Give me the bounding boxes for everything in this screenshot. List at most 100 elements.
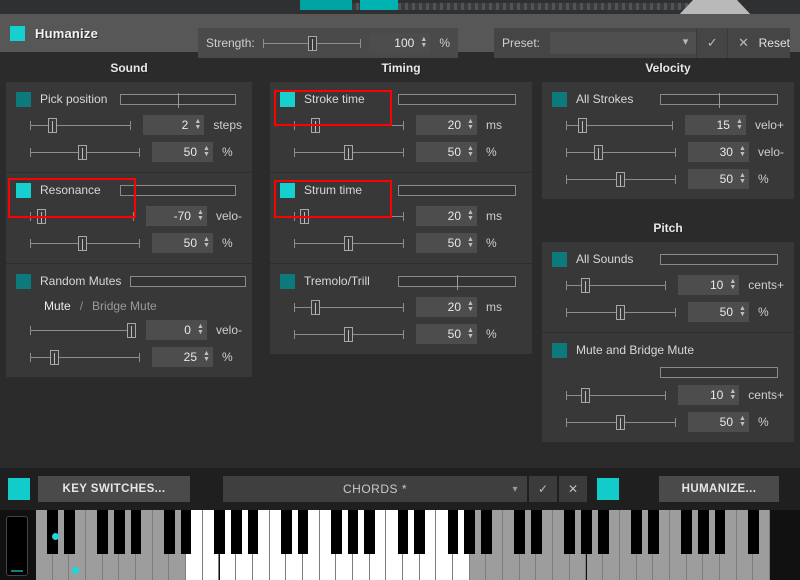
slider-handle[interactable] xyxy=(126,323,136,338)
param-slider[interactable] xyxy=(30,322,136,338)
param-input[interactable]: 50 xyxy=(416,324,464,344)
key-switches-button[interactable]: KEY SWITCHES... xyxy=(38,476,190,502)
piano-black-key[interactable] xyxy=(164,510,175,554)
slider-handle[interactable] xyxy=(615,305,625,320)
piano-black-key[interactable] xyxy=(230,510,242,554)
group-enable-checkbox[interactable] xyxy=(16,273,31,289)
param-slider[interactable] xyxy=(294,299,404,315)
group-enable-checkbox[interactable] xyxy=(280,91,295,107)
piano-black-key[interactable] xyxy=(697,510,709,554)
param-stepper[interactable]: ▲ ▼ xyxy=(464,297,477,317)
slider-handle[interactable] xyxy=(343,327,353,342)
param-slider[interactable] xyxy=(566,304,676,320)
param-stepper[interactable]: ▲ ▼ xyxy=(200,142,213,162)
param-stepper[interactable]: ▲ ▼ xyxy=(464,115,477,135)
param-input[interactable]: 50 xyxy=(688,302,736,322)
humanize-toggle-checkbox[interactable] xyxy=(597,478,619,500)
piano-black-key[interactable] xyxy=(514,510,526,554)
param-slider[interactable] xyxy=(566,387,667,403)
param-input[interactable]: 25 xyxy=(152,347,200,367)
piano-black-key[interactable] xyxy=(364,510,375,554)
param-stepper[interactable]: ▲ ▼ xyxy=(200,347,213,367)
group-enable-checkbox[interactable] xyxy=(280,273,295,289)
slider-handle[interactable] xyxy=(48,118,58,133)
mod-wheel[interactable] xyxy=(6,516,28,576)
slider-handle[interactable] xyxy=(615,172,625,187)
piano-black-key[interactable] xyxy=(330,510,342,554)
piano-black-key[interactable] xyxy=(297,510,309,554)
piano-keyboard[interactable] xyxy=(0,510,800,580)
param-input[interactable]: 20 xyxy=(416,206,464,226)
group-enable-checkbox[interactable] xyxy=(16,182,31,198)
piano-black-key[interactable] xyxy=(714,510,726,554)
param-stepper[interactable]: ▲ ▼ xyxy=(726,385,740,405)
strength-slider-handle[interactable] xyxy=(308,36,318,51)
preset-confirm-button[interactable]: ✓ xyxy=(696,28,728,58)
param-slider[interactable] xyxy=(30,349,140,365)
piano-black-key[interactable] xyxy=(397,510,409,554)
param-slider[interactable] xyxy=(294,117,404,133)
chords-select[interactable]: CHORDS * ▾ xyxy=(223,476,527,502)
piano-black-key[interactable] xyxy=(47,510,58,554)
param-stepper[interactable]: ▲ ▼ xyxy=(464,206,477,226)
param-stepper[interactable]: ▲ ▼ xyxy=(464,142,477,162)
group-enable-checkbox[interactable] xyxy=(16,91,31,107)
piano-black-key[interactable] xyxy=(464,510,476,554)
piano-black-key[interactable] xyxy=(130,510,142,554)
param-slider[interactable] xyxy=(566,144,676,160)
param-slider[interactable] xyxy=(566,414,676,430)
piano-black-key[interactable] xyxy=(564,510,576,554)
param-stepper[interactable]: ▲ ▼ xyxy=(736,169,749,189)
piano-black-key[interactable] xyxy=(347,510,359,554)
param-stepper[interactable]: ▲ ▼ xyxy=(191,115,205,135)
param-slider[interactable] xyxy=(294,326,404,342)
param-input[interactable]: 10 xyxy=(678,385,727,405)
param-slider[interactable] xyxy=(566,277,667,293)
slider-handle[interactable] xyxy=(615,415,625,430)
strength-input[interactable]: 100 xyxy=(369,33,418,53)
param-slider[interactable] xyxy=(30,117,132,133)
param-slider[interactable] xyxy=(30,208,134,224)
param-stepper[interactable]: ▲ ▼ xyxy=(200,233,213,253)
param-slider[interactable] xyxy=(566,171,676,187)
preset-reset-button[interactable]: Reset xyxy=(759,28,790,58)
param-stepper[interactable]: ▲ ▼ xyxy=(193,320,207,340)
piano-black-key[interactable] xyxy=(581,510,592,554)
slider-handle[interactable] xyxy=(77,236,87,251)
slider-handle[interactable] xyxy=(581,278,591,293)
piano-black-key[interactable] xyxy=(647,510,659,554)
piano-black-key[interactable] xyxy=(481,510,492,554)
chords-cancel-button[interactable]: ✕ xyxy=(559,476,587,502)
param-input[interactable]: 50 xyxy=(416,233,464,253)
param-stepper[interactable]: ▲ ▼ xyxy=(726,275,740,295)
group-enable-checkbox[interactable] xyxy=(552,251,567,267)
param-input[interactable]: 10 xyxy=(678,275,727,295)
group-enable-checkbox[interactable] xyxy=(280,182,295,198)
piano-black-key[interactable] xyxy=(214,510,225,554)
piano-black-key[interactable] xyxy=(531,510,542,554)
piano-black-key[interactable] xyxy=(447,510,459,554)
preset-cancel-button[interactable]: ✕ xyxy=(727,28,759,58)
param-slider[interactable] xyxy=(294,144,404,160)
piano-black-key[interactable] xyxy=(280,510,292,554)
param-input[interactable]: 50 xyxy=(688,169,736,189)
piano-black-key[interactable] xyxy=(681,510,692,554)
param-stepper[interactable]: ▲ ▼ xyxy=(732,115,746,135)
humanize-enable-checkbox[interactable] xyxy=(10,25,25,41)
strength-stepper[interactable]: ▲ ▼ xyxy=(417,33,431,53)
slider-handle[interactable] xyxy=(50,350,60,365)
param-stepper[interactable]: ▲ ▼ xyxy=(193,206,207,226)
group-enable-checkbox[interactable] xyxy=(552,342,567,358)
param-input[interactable]: 2 xyxy=(143,115,192,135)
param-slider[interactable] xyxy=(294,208,404,224)
humanize-button[interactable]: HUMANIZE... xyxy=(659,476,779,502)
param-input[interactable]: -70 xyxy=(145,206,194,226)
strength-slider[interactable] xyxy=(262,35,362,51)
piano-black-key[interactable] xyxy=(414,510,425,554)
param-input[interactable]: 50 xyxy=(152,142,200,162)
slider-handle[interactable] xyxy=(578,118,588,133)
chords-confirm-button[interactable]: ✓ xyxy=(529,476,557,502)
param-slider[interactable] xyxy=(30,235,140,251)
param-stepper[interactable]: ▲ ▼ xyxy=(736,412,749,432)
piano-black-key[interactable] xyxy=(747,510,759,554)
